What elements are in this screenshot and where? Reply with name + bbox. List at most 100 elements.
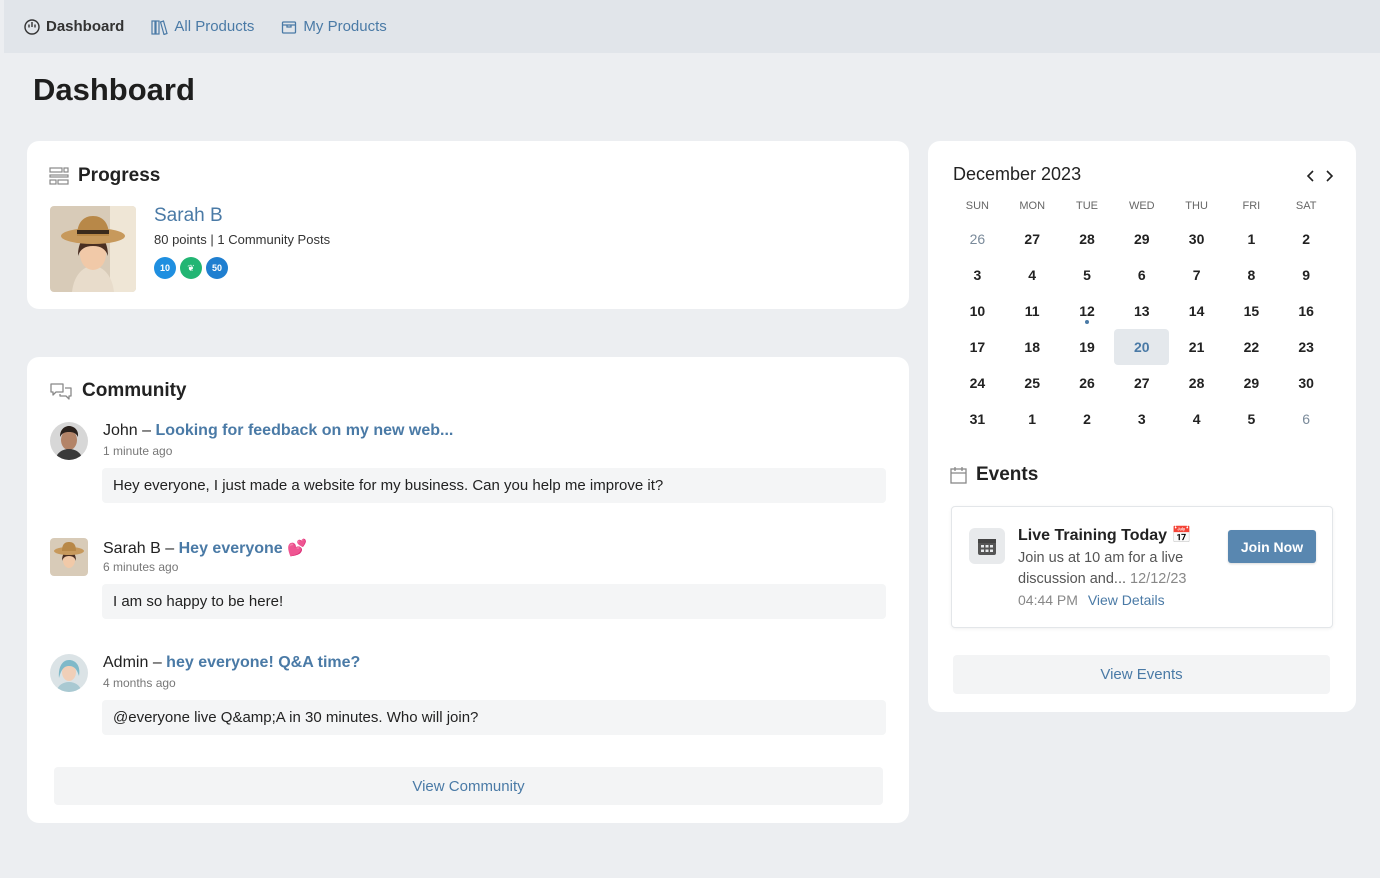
weekday-label: SAT	[1295, 200, 1317, 212]
avatar-john[interactable]	[50, 422, 88, 460]
calendar-day[interactable]: 2	[1279, 221, 1334, 257]
calendar-day[interactable]: 17	[950, 329, 1005, 365]
calendar-day[interactable]: 19	[1060, 329, 1115, 365]
badge-leaf[interactable]: ❦	[180, 257, 202, 279]
nav-my-products-label: My Products	[303, 18, 387, 35]
calendar-day[interactable]: 29	[1224, 365, 1279, 401]
calendar-day[interactable]: 2	[1060, 401, 1115, 437]
calendar-day[interactable]: 28	[1169, 365, 1224, 401]
post-author[interactable]: Admin	[103, 654, 148, 671]
calendar-day[interactable]: 3	[1114, 401, 1169, 437]
post-header: Admin – hey everyone! Q&A time?	[103, 654, 360, 672]
page-title: Dashboard	[33, 72, 195, 107]
calendar-day[interactable]: 5	[1060, 257, 1115, 293]
calendar-nav	[1302, 167, 1338, 185]
calendar-day[interactable]: 28	[1060, 221, 1115, 257]
badge-10[interactable]: 10	[154, 257, 176, 279]
view-community-button[interactable]: View Community	[54, 767, 883, 805]
calendar-day[interactable]: 4	[1005, 257, 1060, 293]
post-title-link[interactable]: Looking for feedback on my new web...	[156, 422, 454, 439]
avatar-sarah[interactable]	[50, 538, 88, 576]
calendar-day[interactable]: 27	[1005, 221, 1060, 257]
calendar-day[interactable]: 21	[1169, 329, 1224, 365]
calendar-day[interactable]: 9	[1279, 257, 1334, 293]
calendar-day[interactable]: 30	[1169, 221, 1224, 257]
box-icon	[282, 20, 297, 34]
avatar-admin-image	[50, 654, 88, 692]
calendar-day[interactable]: 3	[950, 257, 1005, 293]
calendar-day[interactable]: 26	[1060, 365, 1115, 401]
post-title-link[interactable]: Hey everyone 💕	[179, 540, 307, 557]
event-description: Join us at 10 am for a live discussion a…	[1018, 548, 1208, 590]
calendar-icon	[950, 467, 967, 484]
library-icon	[151, 19, 169, 35]
post-author[interactable]: John	[103, 422, 138, 439]
calendar-day[interactable]: 26	[950, 221, 1005, 257]
calendar-day[interactable]: 13	[1114, 293, 1169, 329]
calendar-day[interactable]: 25	[1005, 365, 1060, 401]
chevron-left-icon[interactable]	[1302, 167, 1320, 185]
post-time: 4 months ago	[103, 676, 176, 690]
calendar-day[interactable]: 1	[1224, 221, 1279, 257]
progress-icon	[49, 167, 69, 185]
avatar-admin[interactable]	[50, 654, 88, 692]
calendar-day[interactable]: 10	[950, 293, 1005, 329]
view-events-button[interactable]: View Events	[953, 655, 1330, 694]
badge-50[interactable]: 50	[206, 257, 228, 279]
event-time: 04:44 PM	[1018, 592, 1078, 608]
post-separator: –	[165, 540, 175, 557]
post-separator: –	[142, 422, 152, 439]
weekday-label: WED	[1128, 200, 1155, 212]
nav-all-products[interactable]: All Products	[151, 18, 254, 35]
weekday-label: MON	[1019, 200, 1046, 212]
calendar-day[interactable]: 30	[1279, 365, 1334, 401]
calendar-day[interactable]: 8	[1224, 257, 1279, 293]
calendar-day[interactable]: 7	[1169, 257, 1224, 293]
view-details-link[interactable]: View Details	[1088, 592, 1165, 608]
event-title[interactable]: Live Training Today 📅	[1018, 525, 1191, 545]
post-body[interactable]: Hey everyone, I just made a website for …	[102, 468, 886, 503]
calendar-day[interactable]: 31	[950, 401, 1005, 437]
calendar-day[interactable]: 23	[1279, 329, 1334, 365]
join-now-button[interactable]: Join Now	[1228, 530, 1316, 563]
post-time: 1 minute ago	[103, 444, 173, 458]
chevron-right-icon[interactable]	[1320, 167, 1338, 185]
nav-dashboard-label: Dashboard	[46, 18, 125, 35]
calendar-day-today[interactable]: 20	[1114, 329, 1170, 365]
profile-photo-image	[50, 206, 136, 292]
post-body[interactable]: @everyone live Q&amp;A in 30 minutes. Wh…	[102, 700, 886, 735]
calendar-card: December 2023 SUN MON TUE WED THU FRI SAT 26 27…	[928, 141, 1356, 712]
post-header: John – Looking for feedback on my new we…	[103, 422, 453, 440]
nav-dashboard[interactable]: Dashboard	[24, 18, 124, 35]
calendar-day[interactable]: 12	[1060, 293, 1115, 329]
calendar-day[interactable]: 29	[1114, 221, 1169, 257]
event-calendar-icon	[969, 528, 1005, 564]
calendar-day[interactable]: 15	[1224, 293, 1279, 329]
calendar-day[interactable]: 14	[1169, 293, 1224, 329]
weekday-label: TUE	[1075, 200, 1098, 212]
post-body[interactable]: I am so happy to be here!	[102, 584, 886, 619]
calendar-day[interactable]: 11	[1005, 293, 1060, 329]
post-header: Sarah B – Hey everyone 💕	[103, 538, 307, 558]
calendar-day[interactable]: 6	[1279, 401, 1334, 437]
nav-my-products[interactable]: My Products	[281, 18, 387, 35]
calendar-day[interactable]: 1	[1005, 401, 1060, 437]
event-item: Live Training Today 📅 Join us at 10 am f…	[951, 506, 1333, 628]
post-author[interactable]: Sarah B	[103, 540, 161, 557]
community-card: Community John – Looking for feedback on…	[27, 357, 909, 823]
weekday-label: SUN	[965, 200, 990, 212]
post-separator: –	[152, 654, 162, 671]
calendar-day[interactable]: 5	[1224, 401, 1279, 437]
calendar-day[interactable]: 24	[950, 365, 1005, 401]
calendar-day[interactable]: 6	[1114, 257, 1169, 293]
calendar-day[interactable]: 16	[1279, 293, 1334, 329]
calendar-grid: 26 27 28 29 30 1 2 3 4 5 6 7 8 9 10 11 12 13 14 15 16 17 18 19 2…	[950, 221, 1334, 437]
calendar-day[interactable]: 4	[1169, 401, 1224, 437]
post-title-link[interactable]: hey everyone! Q&A time?	[166, 654, 360, 671]
calendar-day[interactable]: 27	[1114, 365, 1169, 401]
profile-photo[interactable]	[50, 206, 136, 292]
progress-card: Progress Sarah B 80 points | 1 Community…	[27, 141, 909, 309]
calendar-day[interactable]: 22	[1224, 329, 1279, 365]
profile-name[interactable]: Sarah B	[154, 205, 223, 227]
calendar-day[interactable]: 18	[1005, 329, 1060, 365]
